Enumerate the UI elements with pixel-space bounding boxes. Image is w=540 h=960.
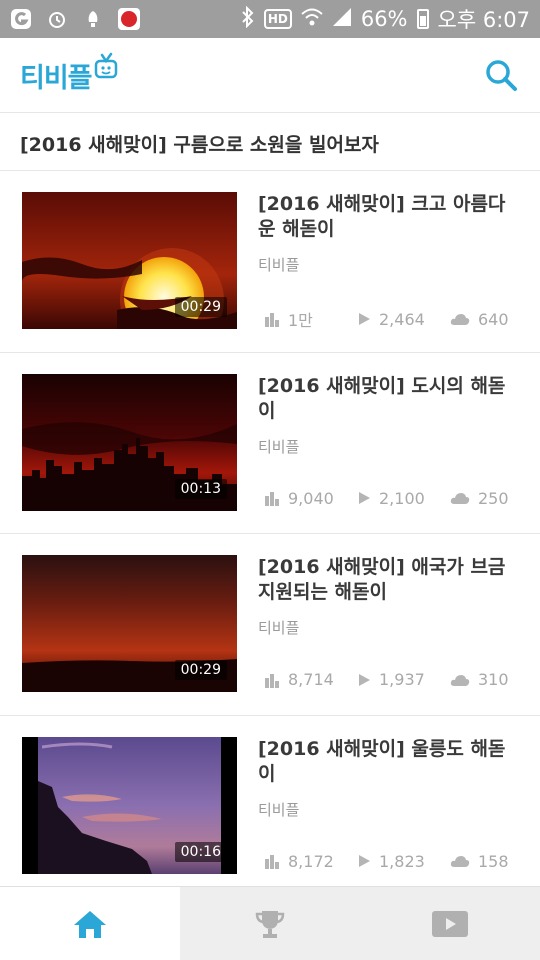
bar-chart-icon bbox=[265, 492, 279, 506]
play-count-value: 2,464 bbox=[379, 309, 425, 329]
video-stats: 1만 2,464 640 bbox=[264, 307, 524, 331]
view-count: 8,714 bbox=[264, 670, 357, 689]
cloud-count-value: 250 bbox=[478, 488, 509, 508]
view-count-value: 9,040 bbox=[288, 488, 334, 508]
video-duration: 00:16 bbox=[174, 841, 227, 862]
video-item[interactable]: 00:13 [2016 새해맞이] 도시의 해돋이 티비플 9,040 2,10… bbox=[0, 353, 540, 534]
play-icon bbox=[359, 673, 370, 686]
alarm-icon bbox=[46, 8, 68, 30]
video-title[interactable]: [2016 새해맞이] 크고 아름다운 해돋이 bbox=[258, 192, 520, 242]
video-title[interactable]: [2016 새해맞이] 애국가 브금 지원되는 해돋이 bbox=[258, 555, 520, 605]
video-item[interactable]: 00:29 [2016 새해맞이] 애국가 브금 지원되는 해돋이 티비플 8,… bbox=[0, 534, 540, 716]
cloud-icon bbox=[450, 856, 470, 867]
view-count-value: 8,714 bbox=[288, 670, 334, 689]
video-duration: 00:13 bbox=[174, 478, 227, 499]
play-count: 1,823 bbox=[357, 852, 450, 871]
tab-ranking[interactable] bbox=[180, 887, 360, 960]
app-notification-icon bbox=[10, 8, 32, 30]
video-title[interactable]: [2016 새해맞이] 울릉도 해돋이 bbox=[258, 737, 520, 787]
video-channel[interactable]: 티비플 bbox=[258, 617, 299, 638]
video-thumbnail[interactable]: 00:29 bbox=[22, 192, 237, 329]
play-icon bbox=[359, 492, 370, 504]
video-channel[interactable]: 티비플 bbox=[258, 254, 299, 275]
video-thumbnail[interactable]: 00:16 bbox=[22, 736, 237, 874]
video-item[interactable]: 00:29 [2016 새해맞이] 크고 아름다운 해돋이 티비플 1만 2,4… bbox=[0, 171, 540, 353]
bottom-navigation bbox=[0, 886, 540, 960]
play-count-value: 1,937 bbox=[379, 670, 425, 689]
play-count-value: 2,100 bbox=[379, 488, 425, 508]
play-count: 2,464 bbox=[357, 310, 450, 329]
view-count: 9,040 bbox=[264, 489, 357, 508]
cloud-icon bbox=[450, 493, 470, 504]
video-stats: 8,714 1,937 310 bbox=[264, 670, 524, 689]
status-bar: HD 66% 오후 6:07 bbox=[0, 0, 540, 38]
search-button[interactable] bbox=[484, 58, 518, 92]
play-count: 1,937 bbox=[357, 670, 450, 689]
view-count-value: 8,172 bbox=[288, 851, 334, 871]
bar-chart-icon bbox=[265, 313, 279, 327]
video-play-icon bbox=[432, 910, 468, 937]
cloud-count: 310 bbox=[450, 670, 509, 689]
video-item[interactable]: 00:16 [2016 새해맞이] 울릉도 해돋이 티비플 8,172 1,82… bbox=[0, 716, 540, 897]
bar-chart-icon bbox=[265, 855, 279, 869]
signal-icon bbox=[332, 7, 352, 32]
cloud-count: 158 bbox=[450, 852, 509, 871]
tab-videos[interactable] bbox=[360, 887, 540, 960]
video-list: 00:29 [2016 새해맞이] 크고 아름다운 해돋이 티비플 1만 2,4… bbox=[0, 171, 540, 897]
notification-icon bbox=[82, 8, 104, 30]
tvple-logo[interactable]: 티비플 bbox=[20, 52, 118, 98]
tv-mascot-icon bbox=[94, 52, 118, 89]
cloud-icon bbox=[450, 314, 470, 325]
video-channel[interactable]: 티비플 bbox=[258, 799, 299, 820]
video-stats: 8,172 1,823 158 bbox=[264, 852, 524, 871]
cloud-count-value: 640 bbox=[478, 309, 509, 329]
cloud-count-value: 310 bbox=[478, 670, 509, 689]
video-duration: 00:29 bbox=[174, 660, 227, 680]
video-thumbnail[interactable]: 00:29 bbox=[22, 555, 237, 692]
cloud-icon bbox=[450, 674, 470, 686]
app-header: 티비플 bbox=[0, 38, 540, 113]
clock: 오후 6:07 bbox=[437, 8, 530, 32]
bar-chart-icon bbox=[265, 673, 279, 688]
hd-voice-icon: HD bbox=[263, 9, 292, 29]
video-duration: 00:29 bbox=[174, 297, 227, 317]
view-count-value: 1만 bbox=[288, 311, 313, 330]
video-title[interactable]: [2016 새해맞이] 도시의 해돋이 bbox=[258, 374, 520, 424]
play-icon bbox=[359, 855, 370, 867]
logo-text: 티비플 bbox=[20, 62, 93, 94]
trophy-icon bbox=[255, 910, 285, 938]
view-count: 1만 bbox=[264, 307, 357, 331]
cloud-count: 640 bbox=[450, 310, 509, 329]
battery-icon bbox=[416, 9, 429, 29]
search-icon bbox=[486, 60, 517, 91]
play-icon bbox=[359, 313, 370, 325]
home-icon bbox=[74, 910, 106, 938]
cloud-count-value: 158 bbox=[478, 851, 509, 871]
video-channel[interactable]: 티비플 bbox=[258, 436, 299, 457]
video-thumbnail[interactable]: 00:13 bbox=[22, 373, 237, 511]
app-badge-icon bbox=[118, 8, 140, 30]
wifi-icon bbox=[301, 7, 323, 32]
bluetooth-icon bbox=[241, 5, 255, 33]
cloud-count: 250 bbox=[450, 489, 509, 508]
playlist-title: [2016 새해맞이] 구름으로 소원을 빌어보자 bbox=[20, 134, 379, 156]
view-count: 8,172 bbox=[264, 852, 357, 871]
video-stats: 9,040 2,100 250 bbox=[264, 489, 524, 508]
play-count-value: 1,823 bbox=[379, 851, 425, 871]
play-count: 2,100 bbox=[357, 489, 450, 508]
battery-percent: 66% bbox=[360, 7, 408, 31]
tab-home[interactable] bbox=[0, 887, 180, 960]
